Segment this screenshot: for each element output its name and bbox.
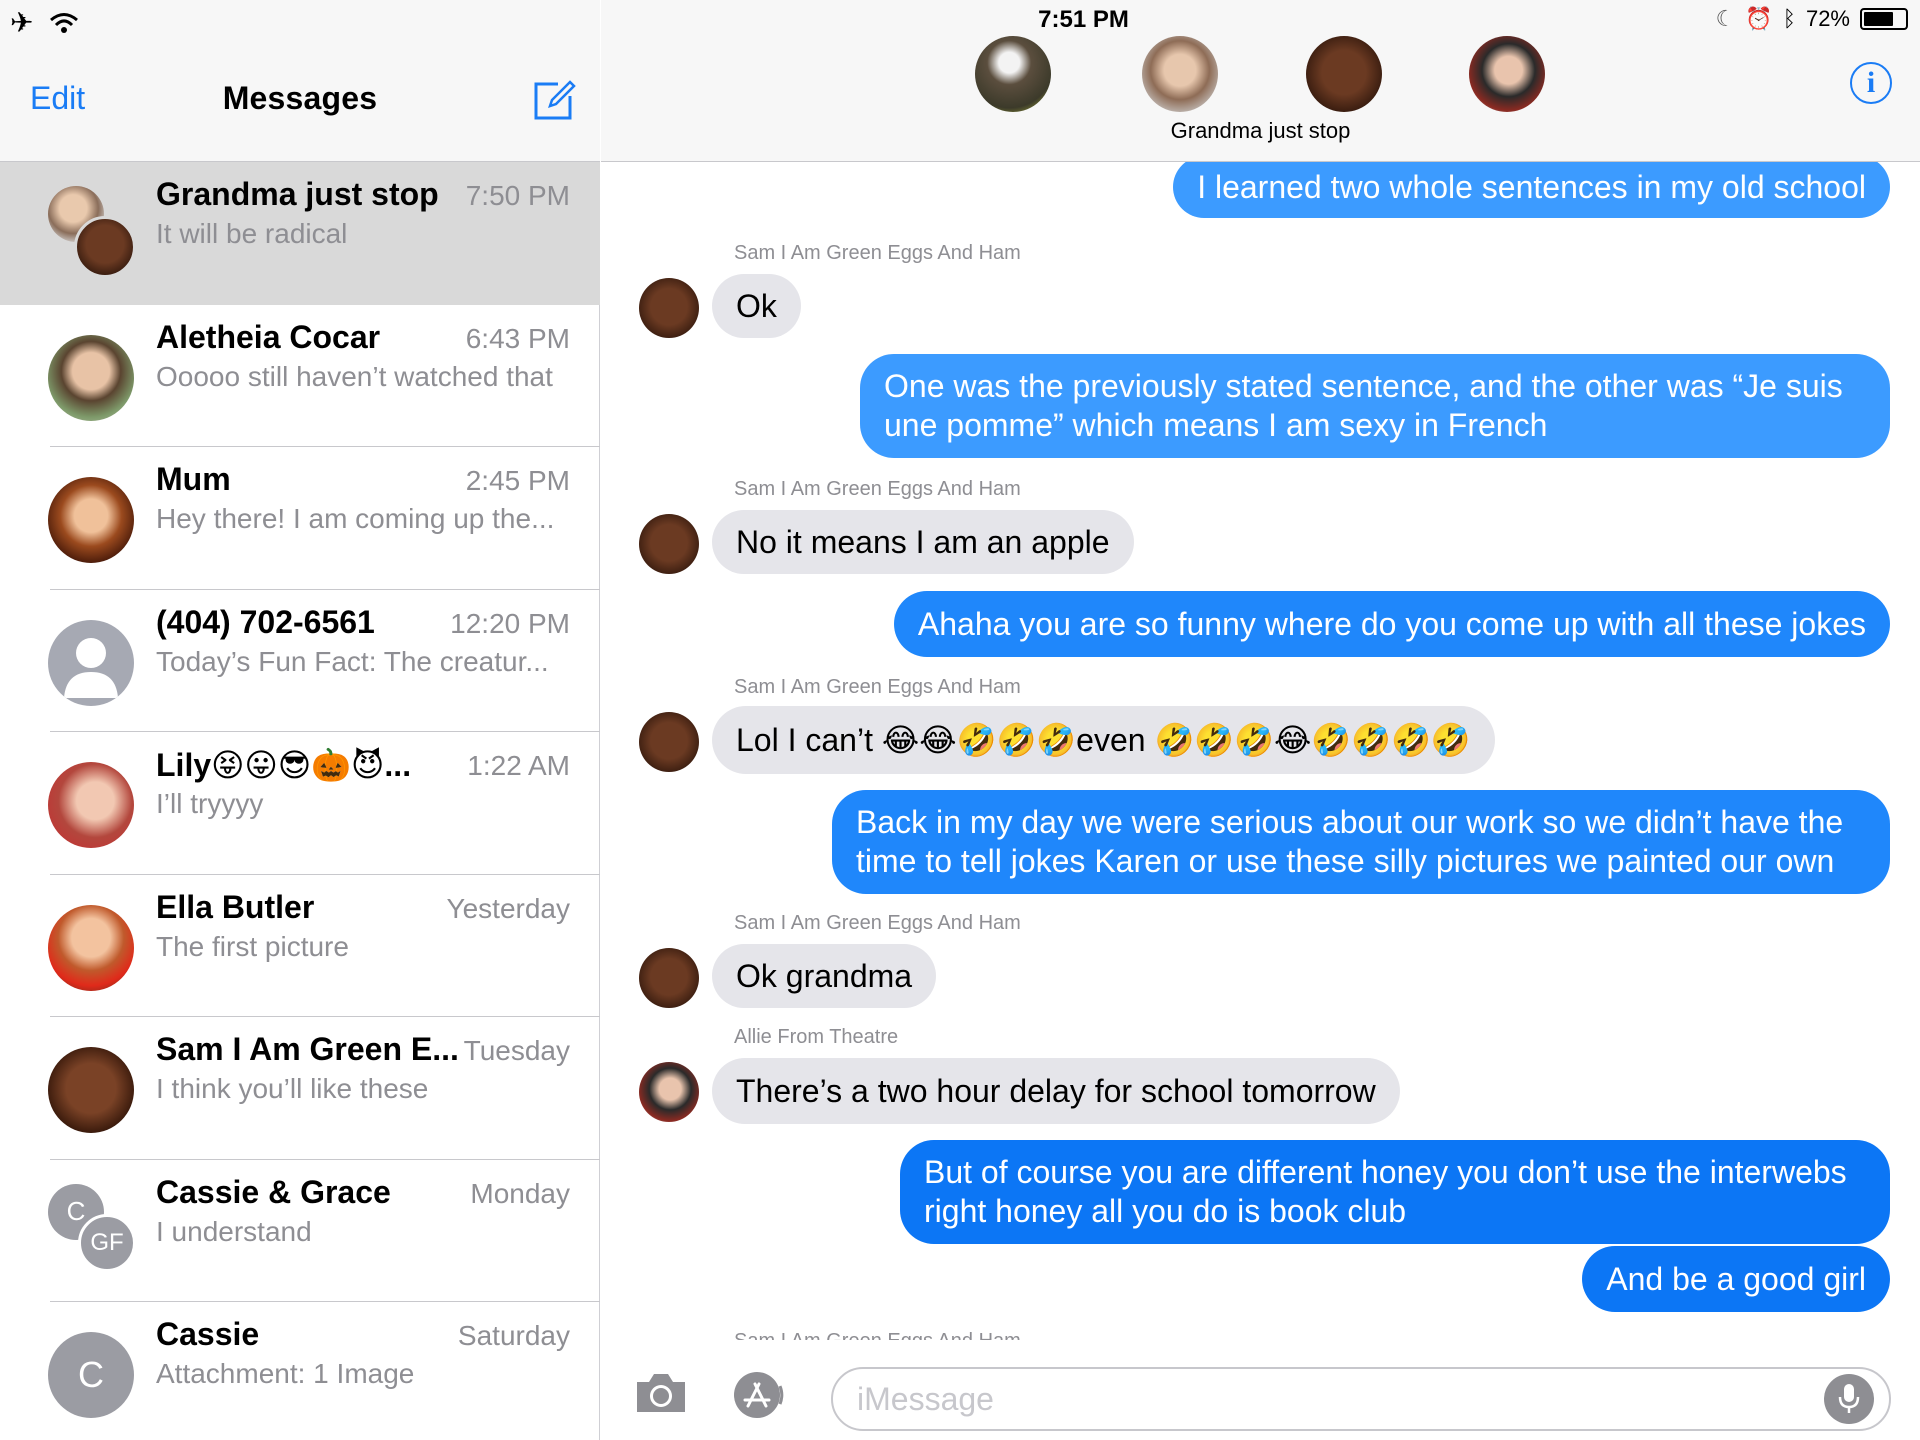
conversation-time: Monday (470, 1177, 570, 1209)
avatar (74, 216, 136, 278)
conversation-preview: I understand (156, 1215, 312, 1247)
conversation-preview: I’ll tryyyy (156, 788, 264, 819)
conversation-time: 1:22 AM (467, 750, 570, 781)
avatar (1306, 36, 1382, 112)
conversation-item[interactable]: Lily😝😛😎🎃😈... 1:22 AM I’ll tryyyy (0, 732, 600, 875)
conversation-item[interactable]: C Cassie Saturday Attachment: 1 Image (0, 1302, 600, 1440)
sender-name: Sam I Am Green Eggs And Ham (734, 912, 1021, 934)
conversation-preview: Ooooo still haven’t watched that (156, 360, 553, 392)
avatar (639, 712, 699, 772)
conversation-preview: Hey there! I am coming up the... (156, 503, 555, 534)
conversation-time: 2:45 PM (465, 465, 570, 496)
chat-pane: 7:51 PM ☾ ⏰ ᛒ 72% Grandma just stop i I … (601, 0, 1920, 1440)
avatar (1142, 36, 1218, 112)
avatar (48, 477, 134, 563)
battery-percent: 72% (1805, 6, 1850, 31)
group-avatars[interactable] (601, 36, 1920, 116)
status-icons-left: ✈ (10, 6, 79, 39)
sent-message[interactable]: Ahaha you are so funny where do you come… (893, 591, 1890, 657)
conversation-preview: I think you’ll like these (156, 1073, 429, 1104)
conversation-item[interactable]: Grandma just stop 7:50 PM It will be rad… (0, 162, 600, 305)
conversation-list: Grandma just stop 7:50 PM It will be rad… (0, 162, 600, 1440)
conversation-name: Mum (156, 461, 231, 497)
avatar (48, 904, 134, 991)
conversation-item[interactable]: Ella Butler Yesterday The first picture (0, 875, 600, 1017)
sent-message[interactable]: And be a good girl (1582, 1246, 1890, 1312)
status-time: 7:51 PM (1038, 6, 1129, 33)
conversation-time: 7:50 PM (465, 180, 570, 211)
conversation-item[interactable]: Sam I Am Green E... Tuesday I think you’… (0, 1017, 600, 1160)
conversation-time: 6:43 PM (465, 322, 570, 354)
conversation-time: Tuesday (463, 1035, 570, 1066)
battery-icon (1860, 8, 1908, 30)
avatar (1469, 36, 1545, 112)
conversation-preview: Attachment: 1 Image (156, 1358, 415, 1389)
conversation-name: Ella Butler (156, 888, 315, 925)
camera-icon[interactable] (631, 1370, 691, 1416)
conversation-preview: The first picture (156, 930, 349, 962)
received-message[interactable]: There’s a two hour delay for school tomo… (712, 1058, 1400, 1124)
received-message[interactable]: Lol I can’t 😂😂🤣🤣🤣even 🤣🤣🤣😂🤣🤣🤣🤣 (712, 706, 1495, 774)
avatar (639, 278, 699, 338)
info-icon[interactable]: i (1850, 62, 1892, 104)
initials-avatar: C (48, 1332, 134, 1418)
avatar (639, 514, 699, 574)
sender-name: Sam I Am Green Eggs And Ham (734, 1330, 1021, 1340)
sender-name: Sam I Am Green Eggs And Ham (734, 478, 1021, 500)
received-message[interactable]: Ok grandma (712, 944, 937, 1008)
person-icon (64, 637, 118, 698)
contact-placeholder-avatar (48, 619, 134, 706)
conversation-sidebar: ✈ Edit Messages Grandma just stop 7:50 P… (0, 0, 600, 1440)
conversation-name: Cassie & Grace (156, 1173, 391, 1210)
received-message[interactable]: No it means I am an apple (712, 510, 1134, 574)
avatar (975, 36, 1051, 112)
conversation-item[interactable]: C GF Cassie & Grace Monday I understand (0, 1160, 600, 1302)
conversation-item[interactable]: Aletheia Cocar 6:43 PM Ooooo still haven… (0, 305, 600, 447)
conversation-name: (404) 702-6561 (156, 603, 375, 640)
conversation-name: Aletheia Cocar (156, 318, 381, 355)
conversation-time: Yesterday (446, 892, 571, 924)
sent-message[interactable]: I learned two whole sentences in my old … (1173, 162, 1890, 218)
moon-icon: ☾ (1715, 6, 1736, 31)
app-store-icon[interactable] (731, 1370, 787, 1420)
message-input[interactable] (831, 1367, 1891, 1431)
wifi-icon (50, 12, 79, 33)
conversation-name: Grandma just stop (156, 176, 439, 212)
conversation-item[interactable]: (404) 702-6561 12:20 PM Today’s Fun Fact… (0, 590, 600, 732)
group-name[interactable]: Grandma just stop (601, 118, 1920, 144)
chat-header: 7:51 PM ☾ ⏰ ᛒ 72% Grandma just stop i (601, 0, 1920, 162)
conversation-time: Saturday (457, 1320, 570, 1351)
compose-icon[interactable] (532, 78, 576, 122)
avatar (48, 1047, 134, 1133)
conversation-name: Sam I Am Green E... (156, 1031, 459, 1067)
conversation-preview: It will be radical (156, 218, 348, 249)
airplane-icon: ✈ (10, 7, 34, 38)
compose-bar (601, 1340, 1920, 1440)
sender-name: Sam I Am Green Eggs And Ham (734, 242, 1021, 264)
battery-fill (1864, 12, 1893, 26)
avatar (48, 334, 134, 421)
sent-message[interactable]: One was the previously stated sentence, … (860, 354, 1890, 458)
initials-avatar: GF (78, 1213, 136, 1272)
bluetooth-icon: ᛒ (1782, 6, 1796, 31)
conversation-preview: Today’s Fun Fact: The creatur... (156, 645, 549, 677)
message-thread: I learned two whole sentences in my old … (601, 162, 1920, 1340)
conversation-item[interactable]: Mum 2:45 PM Hey there! I am coming up th… (0, 447, 600, 590)
conversation-time: 12:20 PM (450, 607, 570, 639)
conversation-name: Lily😝😛😎🎃😈... (156, 747, 412, 783)
sender-name: Allie From Theatre (734, 1026, 899, 1048)
sent-message[interactable]: But of course you are different honey yo… (900, 1140, 1890, 1244)
sender-name: Sam I Am Green Eggs And Ham (734, 676, 1021, 698)
avatar (639, 1062, 699, 1122)
sent-message[interactable]: Back in my day we were serious about our… (832, 790, 1890, 894)
received-message[interactable]: Ok (712, 274, 801, 338)
avatar (639, 948, 699, 1008)
sidebar-header: ✈ Edit Messages (0, 0, 600, 162)
page-title: Messages (222, 80, 378, 116)
avatar (48, 762, 134, 848)
microphone-icon[interactable] (1824, 1374, 1874, 1424)
alarm-icon: ⏰ (1745, 6, 1773, 31)
status-icons-right: ☾ ⏰ ᛒ 72% (1716, 6, 1908, 32)
conversation-name: Cassie (156, 1316, 260, 1352)
